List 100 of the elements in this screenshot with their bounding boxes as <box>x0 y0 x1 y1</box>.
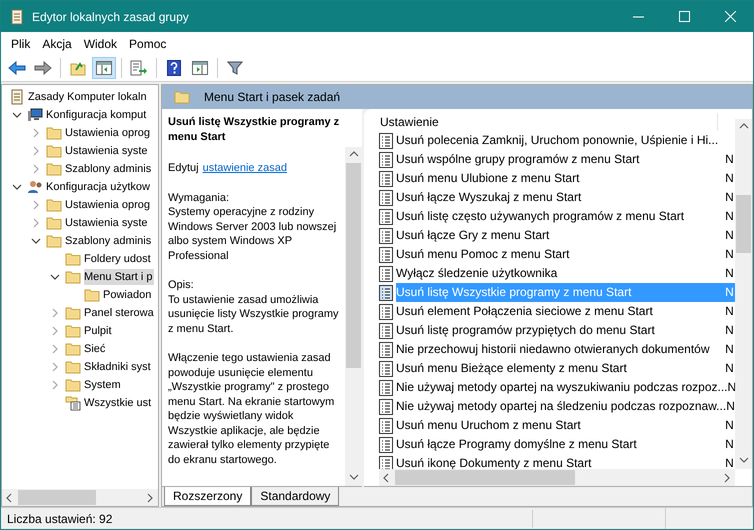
tree-item[interactable]: Ustawienia oprog <box>65 196 152 214</box>
menu-item[interactable]: Widok <box>78 34 124 52</box>
scrollbar-thumb[interactable] <box>346 163 361 368</box>
policy-icon <box>379 208 393 224</box>
tree-item[interactable]: Wszystkie ust <box>84 394 154 412</box>
policy-icon <box>379 284 393 300</box>
tree-item[interactable]: Pulpit <box>84 322 114 340</box>
folder-icon <box>65 360 81 374</box>
scrollbar-thumb[interactable] <box>395 470 575 485</box>
setting-row[interactable]: Usuń menu Pomoc z menu Start <box>396 245 726 264</box>
tree-item[interactable]: Ustawienia syste <box>65 142 150 160</box>
scroll-icon <box>9 89 25 105</box>
chevron-down-icon[interactable] <box>48 272 62 282</box>
policy-icon <box>379 152 393 168</box>
scroll-right-icon[interactable] <box>722 472 732 482</box>
folder-icon <box>46 144 62 158</box>
status-text: Liczba ustawień: 92 <box>1 510 533 528</box>
tree-item[interactable]: Panel sterowa <box>84 304 156 322</box>
menu-item[interactable]: Plik <box>5 34 36 52</box>
tree-item[interactable]: System <box>84 376 123 394</box>
setting-row[interactable]: Nie używaj metody opartej na śledzeniu podczas rozpoznaw... <box>396 397 726 416</box>
close-icon <box>724 11 736 22</box>
horizontal-scrollbar[interactable] <box>379 469 735 486</box>
setting-row[interactable]: Usuń menu Bieżące elementy z menu Start <box>396 359 726 378</box>
setting-row[interactable]: Wyłącz śledzenie użytkownika <box>396 264 726 283</box>
setting-row[interactable]: Usuń menu Ulubione z menu Start <box>396 169 726 188</box>
chevron-down-icon[interactable] <box>10 182 24 192</box>
vertical-scrollbar[interactable] <box>345 147 362 486</box>
setting-row[interactable]: Usuń listę często używanych programów z menu Start <box>396 207 726 226</box>
table-cell: N <box>725 283 735 302</box>
setting-row[interactable]: Usuń łącze Gry z menu Start <box>396 226 726 245</box>
scrollbar-thumb[interactable] <box>736 195 751 253</box>
users-icon <box>27 180 43 194</box>
folder-icon <box>65 324 81 338</box>
policy-icon <box>379 304 393 320</box>
tree-item[interactable]: Foldery udost <box>84 250 153 268</box>
folder-icon <box>46 216 62 230</box>
table-cell-text: N <box>725 455 735 469</box>
scrollbar-thumb[interactable] <box>18 490 96 505</box>
table-cell-text: N <box>725 322 735 339</box>
header-title: Menu Start i pasek zadań <box>204 89 340 106</box>
toolbar-button[interactable] <box>92 57 116 79</box>
policy-title: Usuń listę Wszystkie programy z menu Start <box>168 115 340 144</box>
tree-item[interactable]: Szablony adminis <box>65 160 154 178</box>
vertical-scrollbar[interactable] <box>735 119 752 469</box>
policy-icon <box>379 322 393 338</box>
tree-item[interactable]: Powiadon <box>103 286 154 304</box>
setting-row[interactable]: Nie używaj metody opartej na wyszukiwaniu podczas rozpoz... <box>396 378 728 397</box>
tree-item[interactable]: Sieć <box>84 340 108 358</box>
description-paragraph: Wymagania: Systemy operacyjne z rodziny Windows Server 2003 lub nowszej albo system Windows XP Professional <box>168 190 338 263</box>
panel-icon <box>96 61 112 75</box>
scroll-icon <box>9 8 25 24</box>
policy-setting-link[interactable]: ustawienie zasad <box>202 161 287 176</box>
tree-item[interactable]: Ustawienia syste <box>65 214 150 232</box>
policy-icon <box>379 398 393 414</box>
setting-row[interactable]: Usuń łącze Programy domyślne z menu Start <box>396 435 726 454</box>
table-cell-text: N <box>725 303 735 320</box>
folder-icon <box>65 270 81 284</box>
help-icon <box>167 60 181 76</box>
tree-item[interactable]: Menu Start i p <box>84 268 154 286</box>
description-paragraph: Włączenie tego ustawienia zasad powoduje usunięcie elementu „Wszystkie programy" z prostego menu Start. Na ekranie startowym będzie wyświetlany widok Wszystkie aplikacje, ale będzie zawierał tylko elementy przypięte do ekranu startowego. <box>168 351 336 467</box>
tree-item[interactable]: Konfiguracja komput <box>46 106 148 124</box>
tree-item[interactable]: Zasady Komputer lokaln <box>28 88 149 106</box>
filter-icon <box>227 60 243 76</box>
tree-item[interactable]: Szablony adminis <box>65 232 154 250</box>
menu-item[interactable]: Pomoc <box>123 34 172 52</box>
computer-icon <box>27 108 43 122</box>
view-tab[interactable]: Rozszerzony <box>164 487 252 506</box>
setting-row[interactable]: Usuń łącze Wyszukaj z menu Start <box>396 188 726 207</box>
folder-icon <box>46 162 62 176</box>
policy-icon <box>379 170 393 186</box>
chevron-down-icon[interactable] <box>29 236 43 246</box>
view-tab[interactable]: Standardowy <box>251 487 340 506</box>
edit-label: Edytuj <box>168 161 199 176</box>
setting-row[interactable]: Usuń wspólne grupy programów z menu Start <box>396 150 726 169</box>
chevron-down-icon[interactable] <box>10 110 24 120</box>
table-cell-text: N <box>725 170 735 187</box>
folder-icon <box>65 378 81 392</box>
table-cell-text: N <box>725 189 735 206</box>
tree-item[interactable]: Ustawienia oprog <box>65 124 152 142</box>
scroll-right-icon[interactable] <box>145 492 155 502</box>
folder-icon <box>84 288 100 302</box>
tree-item[interactable]: Konfiguracja użytkow <box>46 178 152 196</box>
horizontal-scrollbar[interactable] <box>2 489 158 506</box>
setting-row[interactable]: Usuń listę programów przypiętych do menu Start <box>396 321 726 340</box>
setting-row[interactable]: Usuń element Połączenia sieciowe z menu Start <box>396 302 726 321</box>
policy-icon <box>379 246 393 262</box>
table-cell-text: N <box>725 341 735 358</box>
table-cell-text: N <box>725 208 735 225</box>
tree-item[interactable]: Składniki syst <box>84 358 153 376</box>
maximize-icon <box>678 11 690 22</box>
panel-icon <box>192 61 208 75</box>
setting-row[interactable]: Usuń menu Uruchom z menu Start <box>396 416 726 435</box>
menu-item[interactable]: Akcja <box>36 34 78 52</box>
description-paragraph: Opis: To ustawienie zasad umożliwia usunięcie listy Wszystkie programy z menu Start. <box>168 278 340 336</box>
policy-icon <box>379 228 393 244</box>
setting-row[interactable]: Nie przechowuj historii niedawno otwieranych dokumentów <box>396 340 726 359</box>
column-header[interactable]: Ustawienie <box>380 113 439 131</box>
setting-row[interactable]: Usuń polecenia Zamknij, Uruchom ponownie, Uśpienie i Hi... <box>396 131 729 150</box>
export-list-icon <box>130 60 148 76</box>
